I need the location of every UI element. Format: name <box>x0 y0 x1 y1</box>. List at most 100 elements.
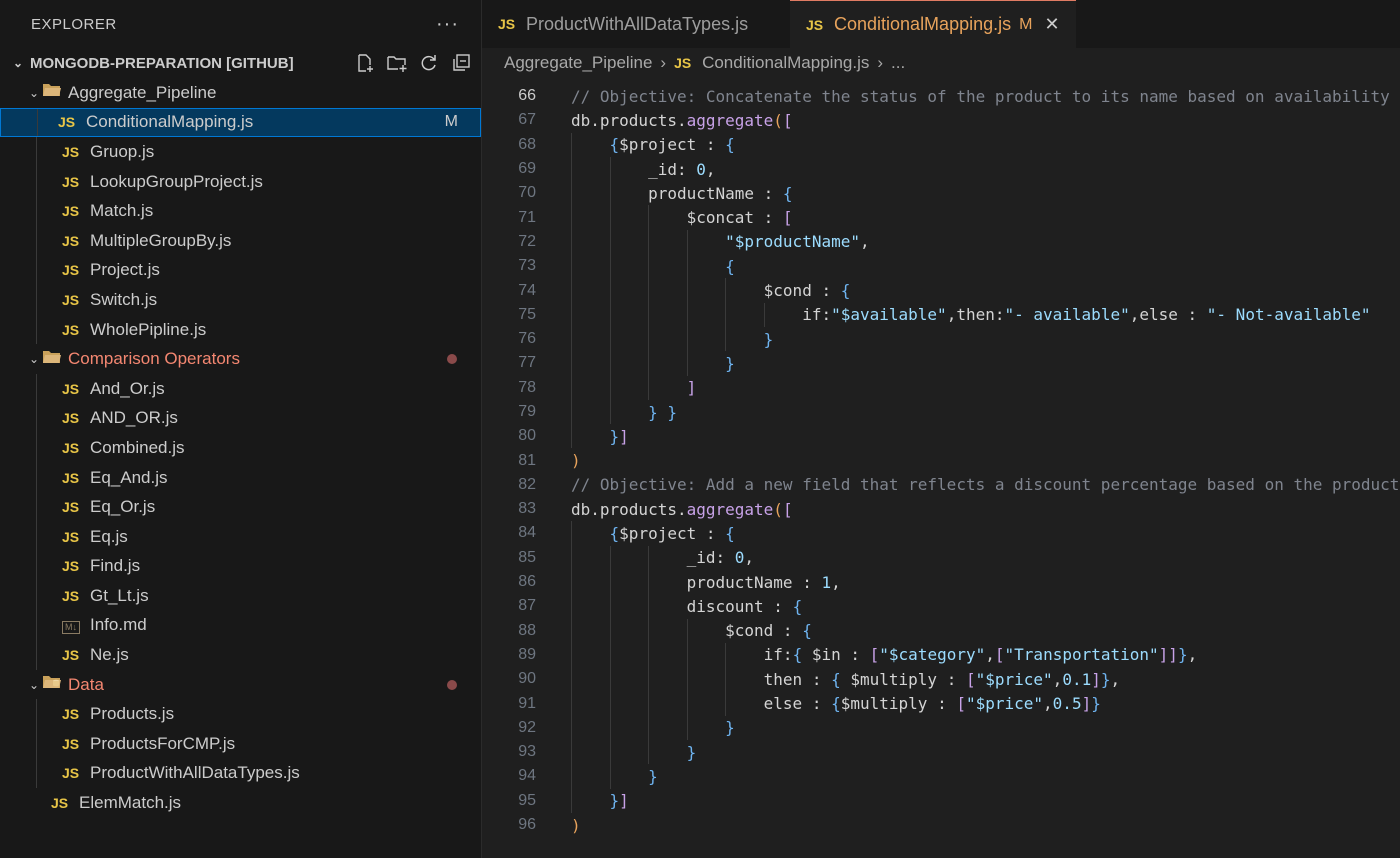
file-and-or-upper[interactable]: JS AND_OR.js <box>0 403 481 434</box>
code-text: discount : { <box>571 596 803 616</box>
code-line[interactable]: 96) <box>482 813 1400 837</box>
javascript-file-icon: JS <box>62 558 80 575</box>
folder-aggregate-pipeline[interactable]: ⌄ Aggregate_Pipeline <box>0 78 481 108</box>
tab-conditional-mapping[interactable]: JS ConditionalMapping.js M ✕ <box>790 0 1076 48</box>
code-line[interactable]: 85 _id: 0, <box>482 545 1400 570</box>
code-line[interactable]: 88 $cond : { <box>482 618 1400 643</box>
folder-comparison-operators[interactable]: ⌄ Comparison Operators <box>0 344 481 374</box>
code-text: if:"$available",then:"- available",else … <box>571 305 1371 325</box>
code-line[interactable]: 75 if:"$available",then:"- available",el… <box>482 302 1400 327</box>
code-line[interactable]: 80 }] <box>482 424 1400 449</box>
file-multiple-group-by[interactable]: JS MultipleGroupBy.js <box>0 225 481 256</box>
refresh-icon[interactable] <box>417 51 441 75</box>
javascript-file-icon: JS <box>62 173 80 190</box>
code-line[interactable]: 76 } <box>482 326 1400 352</box>
breadcrumb-file[interactable]: ConditionalMapping.js <box>702 53 869 73</box>
close-icon[interactable]: ✕ <box>1044 14 1059 35</box>
file-eq-or[interactable]: JS Eq_Or.js <box>0 492 481 522</box>
code-line[interactable]: 70 productName : { <box>482 181 1400 206</box>
javascript-file-icon: JS <box>62 380 80 397</box>
code-line[interactable]: 67 db.products.aggregate([ <box>482 108 1400 132</box>
file-lookup-group-project[interactable]: JS LookupGroupProject.js <box>0 166 481 197</box>
new-file-icon[interactable] <box>353 51 377 75</box>
code-text: // Objective: Add a new field that refle… <box>571 475 1400 495</box>
code-line[interactable]: 79 } } <box>482 399 1400 425</box>
javascript-file-icon: JS <box>62 143 80 160</box>
more-actions-icon[interactable]: ··· <box>436 13 459 36</box>
code-line[interactable]: 90 then : { $multiply : ["$price",0.1]}, <box>482 667 1400 692</box>
code-text: $concat : [ <box>571 208 793 228</box>
folder-label: Aggregate_Pipeline <box>68 82 217 102</box>
code-text: } <box>686 742 697 762</box>
code-line[interactable]: 95 }] <box>482 788 1400 813</box>
code-line[interactable]: 82 // Objective: Add a new field that ref… <box>482 473 1400 497</box>
code-line[interactable]: 84 {$project : { <box>482 521 1400 546</box>
file-elem-match[interactable]: JS ElemMatch.js <box>0 788 481 818</box>
chevron-right-icon: › <box>877 53 884 72</box>
code-line[interactable]: 66 // Objective: Concatenate the status o… <box>482 84 1400 108</box>
file-find[interactable]: JS Find.js <box>0 551 481 582</box>
collapse-all-icon[interactable] <box>449 51 473 75</box>
code-line[interactable]: 73 { <box>482 254 1400 279</box>
file-eq[interactable]: JS Eq.js <box>0 521 481 552</box>
code-line[interactable]: 89 if:{ $in : ["$category",["Transportat… <box>482 642 1400 668</box>
breadcrumb: Aggregate_Pipeline › JS ConditionalMappi… <box>482 48 1400 78</box>
code-text: {$project : { <box>609 135 735 155</box>
code-line[interactable]: 92 } <box>482 715 1400 741</box>
code-line[interactable]: 86 productName : 1, <box>482 569 1400 595</box>
code-line[interactable]: 77 } <box>482 351 1400 376</box>
file-label: Match.js <box>90 201 154 221</box>
file-combined[interactable]: JS Combined.js <box>0 433 481 463</box>
code-line[interactable]: 93 } <box>482 740 1400 765</box>
workspace-root[interactable]: ⌄ MONGODB-PREPARATION [GITHUB] <box>0 48 481 78</box>
code-editor[interactable]: 66 // Objective: Concatenate the status o… <box>482 84 1400 858</box>
file-match[interactable]: JS Match.js <box>0 196 481 226</box>
line-number: 78 <box>518 378 536 396</box>
file-and-or[interactable]: JS And_Or.js <box>0 373 481 404</box>
line-number: 75 <box>518 305 536 323</box>
code-line[interactable]: 68 {$project : { <box>482 132 1400 157</box>
line-number: 85 <box>518 548 536 566</box>
new-folder-icon[interactable] <box>385 51 409 75</box>
code-text: }] <box>609 791 629 811</box>
code-line[interactable]: 87 discount : { <box>482 594 1400 619</box>
file-whole-pipline[interactable]: JS WholePipline.js <box>0 314 481 345</box>
code-line[interactable]: 83 db.products.aggregate([ <box>482 497 1400 521</box>
file-product-with-all-data-types[interactable]: JS ProductWithAllDataTypes.js <box>0 758 481 789</box>
code-line[interactable]: 71 $concat : [ <box>482 205 1400 230</box>
line-number: 90 <box>518 670 536 688</box>
line-number: 89 <box>518 645 536 663</box>
code-text: db.products.aggregate([ <box>571 499 793 519</box>
explorer-sidebar: EXPLORER ··· ⌄ MONGODB-PREPARATION [GITH… <box>0 0 482 858</box>
file-conditional-mapping[interactable]: JS ConditionalMapping.js M <box>0 107 481 138</box>
breadcrumb-more[interactable]: ... <box>891 53 905 73</box>
file-gt-lt[interactable]: JS Gt_Lt.js <box>0 581 481 611</box>
code-line[interactable]: 69 _id: 0, <box>482 156 1400 182</box>
file-info-md[interactable]: M↓ Info.md <box>0 610 481 641</box>
code-line[interactable]: 91 else : {$multiply : ["$price",0.5]} <box>482 691 1400 716</box>
file-switch[interactable]: JS Switch.js <box>0 285 481 315</box>
code-line[interactable]: 94 } <box>482 764 1400 789</box>
javascript-file-icon: JS <box>62 765 80 782</box>
code-line[interactable]: 72 "$productName", <box>482 229 1400 255</box>
breadcrumb-folder[interactable]: Aggregate_Pipeline <box>504 53 652 73</box>
line-number: 74 <box>518 281 536 299</box>
javascript-file-icon: JS <box>58 114 76 131</box>
file-products-for-cmp[interactable]: JS ProductsForCMP.js <box>0 729 481 759</box>
file-ne[interactable]: JS Ne.js <box>0 640 481 670</box>
line-number: 72 <box>518 232 536 250</box>
explorer-header: EXPLORER ··· <box>0 0 481 48</box>
code-line[interactable]: 78 ] <box>482 375 1400 400</box>
file-eq-and[interactable]: JS Eq_And.js <box>0 462 481 493</box>
code-line[interactable]: 74 $cond : { <box>482 278 1400 303</box>
file-products[interactable]: JS Products.js <box>0 699 481 730</box>
file-project[interactable]: JS Project.js <box>0 255 481 286</box>
folder-data[interactable]: ⌄ Data <box>0 670 481 700</box>
file-label: ProductsForCMP.js <box>90 733 236 753</box>
code-line[interactable]: 81) <box>482 448 1400 472</box>
line-number: 87 <box>518 597 536 615</box>
tab-product-with-all-data-types[interactable]: JS ProductWithAllDataTypes.js <box>482 0 790 48</box>
explorer-title: EXPLORER <box>31 15 117 33</box>
file-gruop[interactable]: JS Gruop.js <box>0 137 481 167</box>
code-text: ) <box>571 815 581 835</box>
